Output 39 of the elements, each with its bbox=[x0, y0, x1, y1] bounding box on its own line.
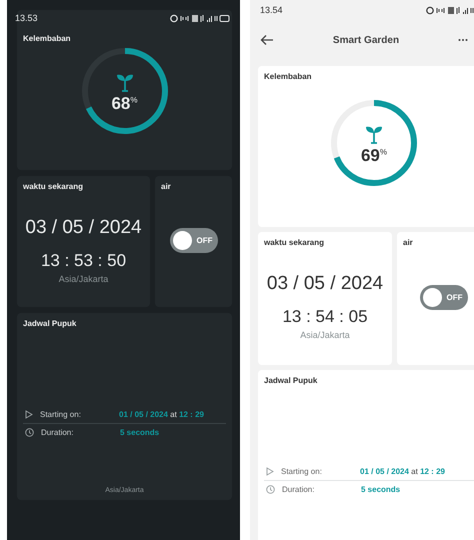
sprout-icon bbox=[365, 124, 383, 144]
start-datetime: 01 / 05 / 2024 at 12 : 29 bbox=[119, 410, 204, 419]
card-title: air bbox=[403, 238, 414, 247]
humidity-value: 68$^{%}$ bbox=[111, 94, 138, 114]
current-date: 03 / 05 / 2024 bbox=[24, 217, 143, 239]
back-arrow-icon[interactable] bbox=[260, 34, 274, 46]
card-title: Kelembaban bbox=[23, 34, 72, 43]
timezone-label: Asia/Jakarta bbox=[299, 330, 351, 340]
humidity-value: 69$^{%}$ bbox=[360, 146, 388, 166]
pump-toggle[interactable]: OFF bbox=[420, 284, 468, 310]
schedule-label: Duration: bbox=[41, 428, 74, 437]
current-time: 13 : 53 : 50 bbox=[40, 251, 128, 271]
play-icon bbox=[266, 467, 274, 476]
status-icons bbox=[170, 14, 230, 22]
more-icon[interactable] bbox=[458, 38, 468, 42]
card-title: air bbox=[161, 182, 172, 191]
schedule-label: Starting on: bbox=[40, 410, 82, 419]
clock-icon bbox=[25, 428, 34, 437]
current-time: 13 : 54 : 05 bbox=[281, 307, 369, 327]
card-title: waktu sekarang bbox=[264, 238, 326, 247]
pump-toggle[interactable]: OFF bbox=[170, 228, 218, 252]
duration-value: 5 seconds bbox=[120, 428, 160, 437]
screen-title: Smart Garden bbox=[332, 34, 400, 46]
sprout-icon bbox=[116, 72, 134, 92]
status-time: 13.54 bbox=[260, 5, 283, 15]
schedule-label: Duration: bbox=[282, 485, 316, 494]
status-icons bbox=[426, 6, 474, 14]
card-title: Jadwal Pupuk bbox=[264, 376, 318, 385]
play-icon bbox=[25, 410, 33, 419]
card-title: Jadwal Pupuk bbox=[23, 319, 78, 328]
card-title: waktu sekarang bbox=[23, 182, 84, 191]
timezone-label: Asia/Jakarta bbox=[58, 274, 110, 284]
start-datetime: 01 / 05 / 2024 at 12 : 29 bbox=[360, 467, 445, 476]
current-date: 03 / 05 / 2024 bbox=[266, 273, 384, 295]
clock-icon bbox=[266, 485, 275, 494]
schedule-label: Starting on: bbox=[281, 467, 323, 476]
duration-value: 5 seconds bbox=[361, 485, 400, 494]
card-title: Kelembaban bbox=[264, 72, 313, 81]
status-time: 13.53 bbox=[15, 13, 38, 23]
